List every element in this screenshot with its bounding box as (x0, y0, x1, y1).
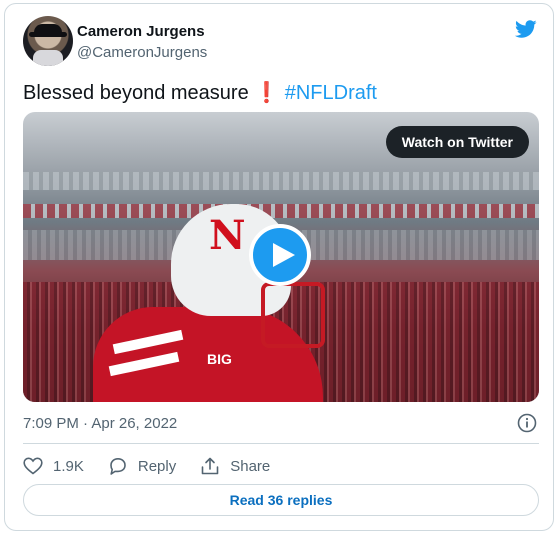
tweet-actions: 1.9K Reply Share (23, 454, 294, 478)
play-icon (273, 243, 295, 267)
stadium-stands (23, 204, 539, 218)
share-icon (201, 457, 219, 475)
avatar[interactable] (23, 16, 73, 66)
play-button[interactable] (249, 224, 311, 286)
tweet-timestamp[interactable]: 7:09 PM · Apr 26, 2022 (23, 415, 177, 432)
share-button[interactable]: Share (200, 457, 270, 475)
stadium-stands (23, 172, 539, 190)
reply-button[interactable]: Reply (108, 457, 176, 475)
reply-icon (110, 458, 126, 475)
video-media[interactable]: BIG N Watch on Twitter (23, 112, 539, 402)
divider (23, 443, 539, 444)
watch-on-twitter-button[interactable]: Watch on Twitter (385, 126, 529, 158)
avatar-shirt (33, 50, 63, 66)
read-replies-button[interactable]: Read 36 replies (23, 484, 539, 516)
helmet-facemask (261, 282, 325, 348)
hashtag-link[interactable]: #NFLDraft (285, 82, 377, 104)
jersey-stripe (112, 329, 184, 355)
author-name[interactable]: Cameron Jurgens (77, 23, 205, 40)
info-icon[interactable] (517, 413, 537, 433)
reply-label: Reply (137, 457, 177, 475)
helmet-logo: N (209, 212, 246, 259)
author-handle[interactable]: @CameronJurgens (77, 44, 207, 61)
exclamation-emoji: ❗ (254, 82, 280, 104)
tweet-embed-card: Cameron Jurgens @CameronJurgens Blessed … (4, 3, 554, 531)
heart-icon (23, 457, 43, 475)
tweet-text-main: Blessed beyond measure (23, 82, 249, 104)
jersey-stripe (108, 351, 180, 377)
like-button[interactable]: 1.9K (23, 457, 84, 475)
share-label: Share (230, 457, 271, 475)
like-count: 1.9K (53, 457, 84, 475)
twitter-bird-icon[interactable] (513, 18, 539, 40)
avatar-hat-brim (29, 32, 67, 37)
tweet-text: Blessed beyond measure ❗ #NFLDraft (23, 80, 377, 105)
jersey-logo: BIG (207, 351, 232, 367)
